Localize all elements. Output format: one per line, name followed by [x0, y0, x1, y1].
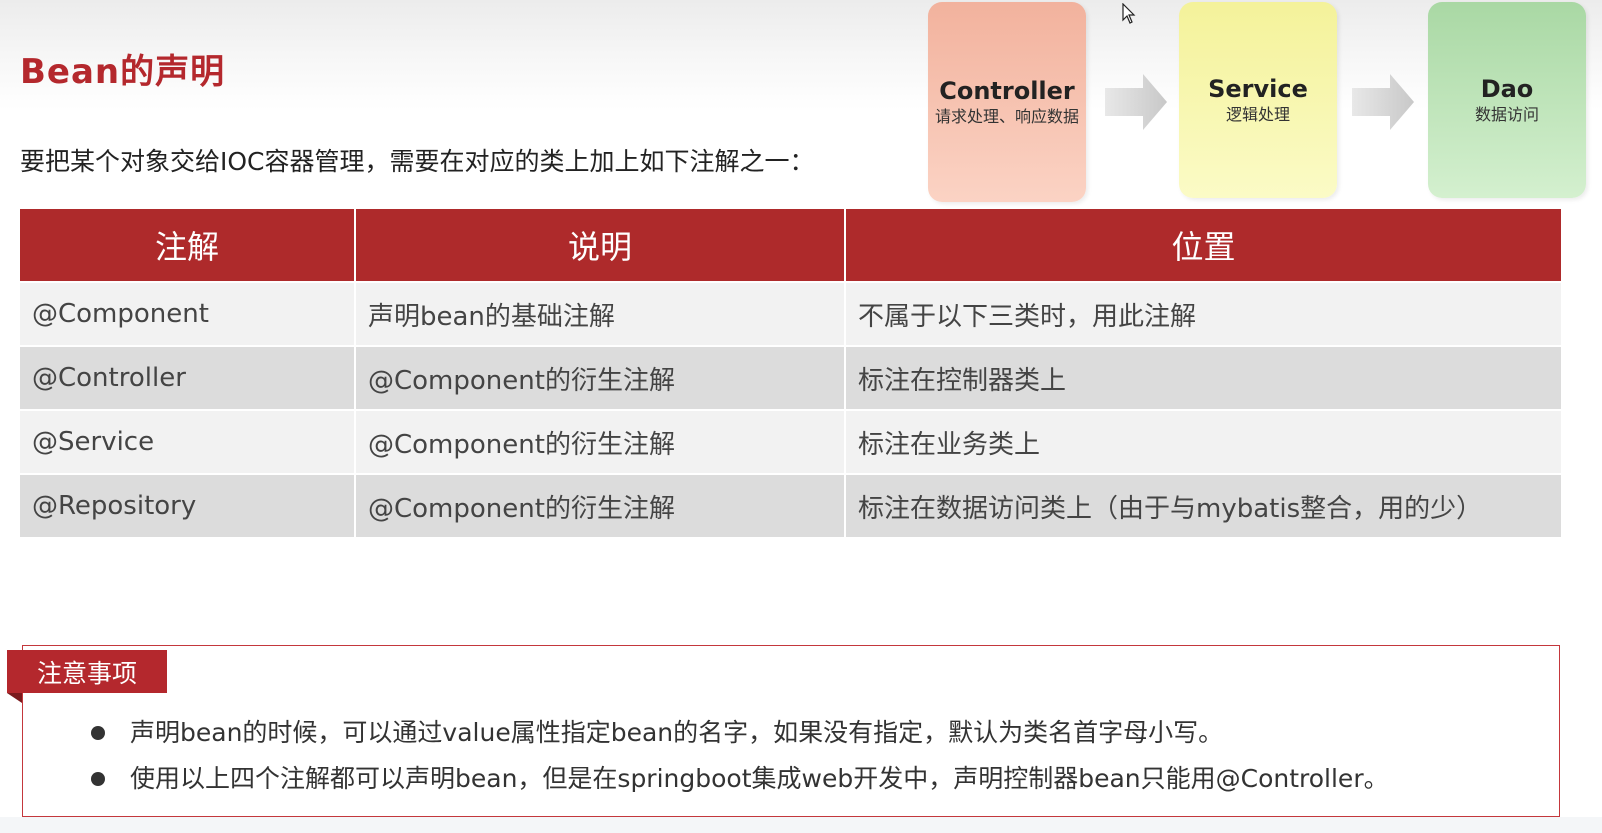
right-arrow-icon	[1105, 74, 1167, 130]
cell-location: 标注在控制器类上	[845, 345, 1561, 410]
annotation-table: 注解 说明 位置 @Component 声明bean的基础注解 不属于以下三类时…	[20, 209, 1561, 537]
note-text: 使用以上四个注解都可以声明bean，但是在springboot集成web开发中，…	[130, 764, 1389, 793]
table-header-row: 注解 说明 位置	[20, 209, 1561, 282]
notes-tab-fold	[7, 693, 22, 703]
cell-annotation: @Repository	[20, 473, 356, 537]
list-item: 声明bean的时候，可以通过value属性指定bean的名字，如果没有指定，默认…	[88, 710, 1389, 756]
flow-desc-service: 逻辑处理	[1225, 105, 1290, 124]
flow-box-dao: Dao 数据访问	[1428, 2, 1586, 198]
cell-location: 不属于以下三类时，用此注解	[845, 281, 1561, 346]
notes-title: 注意事项	[7, 650, 167, 693]
cell-description: @Component的衍生注解	[355, 409, 846, 474]
table-row: @Component 声明bean的基础注解 不属于以下三类时，用此注解	[20, 281, 1561, 346]
bottom-strip	[0, 817, 1602, 833]
table-row: @Repository @Component的衍生注解 标注在数据访问类上（由于…	[20, 473, 1561, 537]
note-text: 声明bean的时候，可以通过value属性指定bean的名字，如果没有指定，默认…	[130, 718, 1224, 747]
slide-title: Bean的声明	[20, 52, 226, 92]
flow-name-dao: Dao	[1480, 75, 1534, 103]
flow-box-service: Service 逻辑处理	[1179, 2, 1337, 198]
flow-name-service: Service	[1208, 75, 1308, 103]
flow-desc-controller: 请求处理、响应数据	[934, 107, 1079, 126]
column-header-location: 位置	[845, 209, 1561, 282]
table-row: @Service @Component的衍生注解 标注在业务类上	[20, 409, 1561, 474]
list-item: 使用以上四个注解都可以声明bean，但是在springboot集成web开发中，…	[88, 756, 1389, 802]
flow-box-controller: Controller 请求处理、响应数据	[928, 2, 1086, 202]
cell-location: 标注在业务类上	[845, 409, 1561, 474]
intro-text: 要把某个对象交给IOC容器管理，需要在对应的类上加上如下注解之一：	[20, 147, 815, 176]
cell-description: @Component的衍生注解	[355, 345, 846, 410]
bullet-icon	[91, 772, 105, 786]
cell-description: @Component的衍生注解	[355, 473, 846, 537]
notes-list: 声明bean的时候，可以通过value属性指定bean的名字，如果没有指定，默认…	[88, 710, 1389, 802]
cell-annotation: @Service	[20, 409, 356, 474]
right-arrow-icon	[1352, 74, 1414, 130]
flow-name-controller: Controller	[939, 77, 1075, 105]
flow-desc-dao: 数据访问	[1474, 105, 1539, 124]
column-header-description: 说明	[355, 209, 846, 282]
column-header-annotation: 注解	[20, 209, 356, 282]
cell-annotation: @Controller	[20, 345, 356, 410]
table-row: @Controller @Component的衍生注解 标注在控制器类上	[20, 345, 1561, 410]
cell-annotation: @Component	[20, 281, 356, 346]
mouse-cursor-icon	[1122, 3, 1136, 24]
cell-description: 声明bean的基础注解	[355, 281, 846, 346]
bullet-icon	[91, 726, 105, 740]
cell-location: 标注在数据访问类上（由于与mybatis整合，用的少）	[845, 473, 1561, 537]
